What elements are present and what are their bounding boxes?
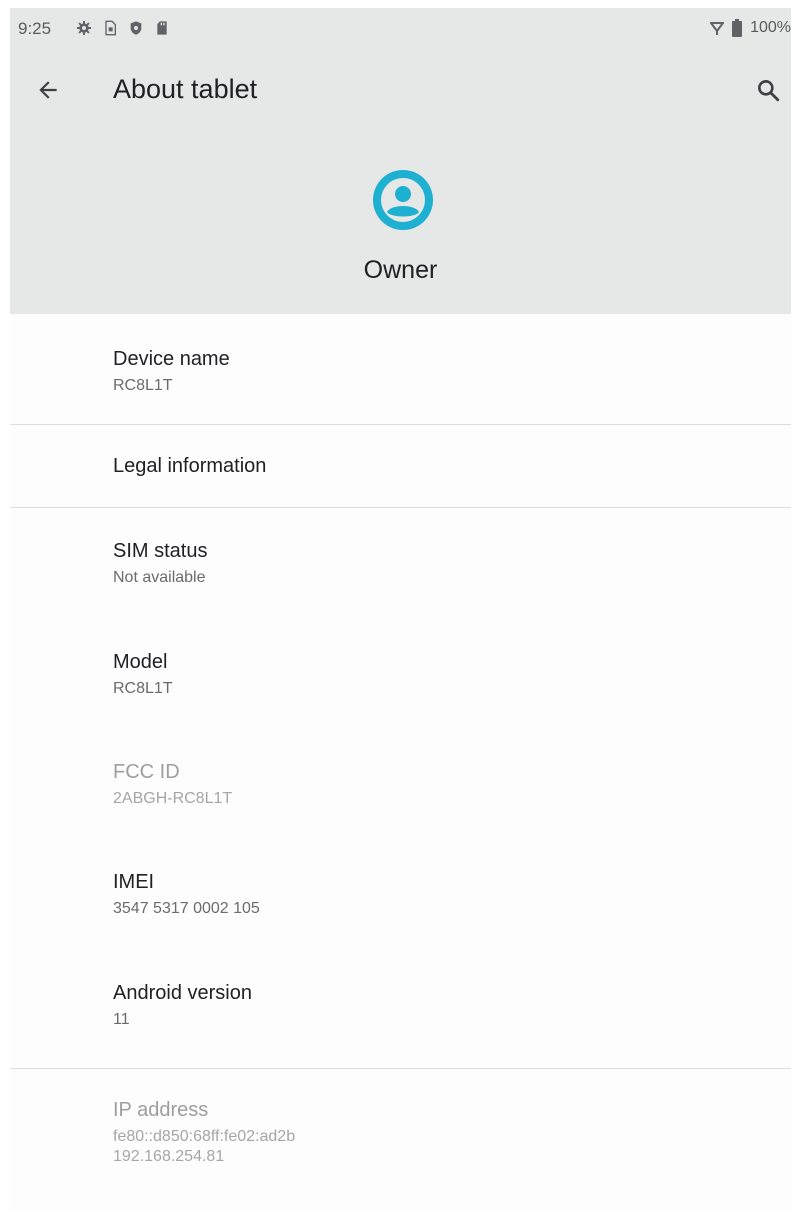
item-summary: RC8L1T <box>113 680 173 697</box>
item-summary: 3547 5317 0002 105 <box>113 900 260 917</box>
arrow-back-icon <box>39 81 57 99</box>
item-summary: fe80::d850:68ff:fe02:ad2b <box>113 1128 296 1145</box>
battery-percent: 100% <box>750 19 791 36</box>
account-circle-icon[interactable] <box>371 168 435 232</box>
app-header: 9:25 100% About tablet Owner <box>10 8 791 314</box>
page-title: About tablet <box>113 74 258 104</box>
status-bar: 9:25 100% <box>10 8 791 48</box>
sim-status-item[interactable]: SIM status Not available <box>10 508 791 619</box>
back-button[interactable] <box>28 70 68 110</box>
search-button[interactable] <box>748 70 788 110</box>
device-name-item[interactable]: Device name RC8L1T <box>10 314 791 424</box>
item-summary: 2ABGH-RC8L1T <box>113 790 233 807</box>
item-title: Model <box>113 651 168 673</box>
battery-icon <box>732 19 743 37</box>
notification-icons <box>76 20 170 36</box>
screen: 9:25 100% About tablet Owner Device name… <box>10 8 791 1212</box>
search-icon <box>758 80 780 102</box>
profile-name: Owner <box>363 256 438 284</box>
status-time: 9:25 <box>18 19 52 38</box>
sim-card-icon <box>105 20 116 36</box>
item-title: Android version <box>113 982 252 1004</box>
settings-gear-icon <box>77 21 91 35</box>
status-right: 100% <box>710 19 791 37</box>
ip-address-item: IP address fe80::d850:68ff:fe02:ad2b 192… <box>10 1069 791 1199</box>
legal-information-item[interactable]: Legal information <box>10 425 791 507</box>
settings-list: Device name RC8L1T Legal information SIM… <box>10 314 791 1199</box>
shield-icon <box>130 21 142 35</box>
model-item[interactable]: Model RC8L1T <box>10 619 791 729</box>
fcc-id-item: FCC ID 2ABGH-RC8L1T <box>10 729 791 839</box>
item-title: IMEI <box>113 871 155 893</box>
item-summary: Not available <box>113 569 206 586</box>
item-summary: RC8L1T <box>113 377 173 394</box>
item-title: Device name <box>113 348 230 370</box>
item-title: IP address <box>113 1099 209 1121</box>
item-summary: 11 <box>113 1011 130 1028</box>
item-title: FCC ID <box>113 761 180 783</box>
item-summary-secondary: 192.168.254.81 <box>113 1148 225 1165</box>
item-title: Legal information <box>113 455 267 477</box>
wifi-off-icon <box>710 22 725 35</box>
toolbar: About tablet <box>10 48 791 128</box>
android-version-item[interactable]: Android version 11 <box>10 950 791 1068</box>
sd-card-icon <box>157 21 167 35</box>
imei-item[interactable]: IMEI 3547 5317 0002 105 <box>10 839 791 950</box>
item-title: SIM status <box>113 540 208 562</box>
